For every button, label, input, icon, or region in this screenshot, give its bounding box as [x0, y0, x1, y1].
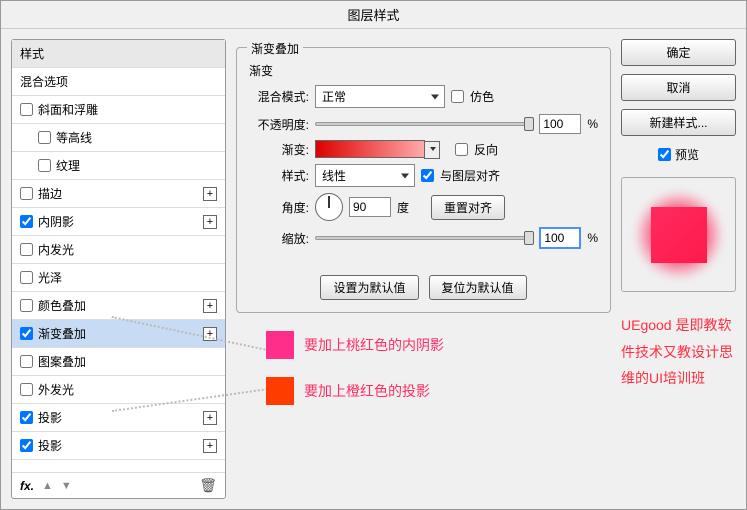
- ok-button[interactable]: 确定: [621, 39, 736, 66]
- orange-swatch: [266, 377, 294, 405]
- color-overlay-checkbox[interactable]: [20, 299, 33, 312]
- up-icon[interactable]: ▲: [42, 480, 53, 492]
- satin-checkbox[interactable]: [20, 271, 33, 284]
- opacity-label: 不透明度:: [249, 116, 309, 133]
- align-checkbox[interactable]: [421, 169, 434, 182]
- drop-shadow-2-checkbox[interactable]: [20, 439, 33, 452]
- texture-checkbox[interactable]: [38, 159, 51, 172]
- opacity-input[interactable]: 100: [539, 114, 581, 134]
- texture[interactable]: 纹理: [12, 152, 225, 180]
- annotation-1: 要加上桃红色的内阴影: [266, 331, 611, 359]
- gradient-overlay-checkbox[interactable]: [20, 327, 33, 340]
- pattern-overlay[interactable]: 图案叠加: [12, 348, 225, 376]
- reset-default-button[interactable]: 复位为默认值: [429, 275, 527, 300]
- list-footer: fx. ▲ ▼ 🗑: [12, 472, 225, 498]
- set-default-button[interactable]: 设置为默认值: [320, 275, 418, 300]
- style-select[interactable]: 线性: [315, 164, 415, 187]
- angle-label: 角度:: [249, 199, 309, 216]
- add-icon[interactable]: +: [203, 299, 217, 313]
- description-text: UEgood 是即教软件技术又教设计思维的UI培训班: [621, 312, 736, 392]
- annotation-text: 要加上橙红色的投影: [304, 381, 430, 401]
- group-title: 渐变叠加: [247, 40, 303, 57]
- add-icon[interactable]: +: [203, 187, 217, 201]
- scale-input[interactable]: 100: [539, 227, 581, 249]
- cancel-button[interactable]: 取消: [621, 74, 736, 101]
- outer-glow-checkbox[interactable]: [20, 383, 33, 396]
- bevel-checkbox[interactable]: [20, 103, 33, 116]
- dialog-title: 图层样式: [1, 1, 746, 29]
- pink-swatch: [266, 331, 294, 359]
- scale-label: 缩放:: [249, 230, 309, 247]
- dither-checkbox[interactable]: [451, 90, 464, 103]
- contour-checkbox[interactable]: [38, 131, 51, 144]
- inner-glow[interactable]: 内发光: [12, 236, 225, 264]
- color-overlay[interactable]: 颜色叠加+: [12, 292, 225, 320]
- blending-options[interactable]: 混合选项: [12, 68, 225, 96]
- gradient-label: 渐变:: [249, 141, 309, 158]
- sub-title: 渐变: [249, 62, 598, 79]
- annotation-2: 要加上橙红色的投影: [266, 377, 611, 405]
- satin[interactable]: 光泽: [12, 264, 225, 292]
- settings-panel: 渐变叠加 渐变 混合模式: 正常 仿色 不透明度: 100 %: [236, 39, 611, 499]
- pattern-overlay-checkbox[interactable]: [20, 355, 33, 368]
- drop-shadow-2[interactable]: 投影+: [12, 432, 225, 460]
- style-label: 样式:: [249, 167, 309, 184]
- inner-shadow-checkbox[interactable]: [20, 215, 33, 228]
- inner-glow-checkbox[interactable]: [20, 243, 33, 256]
- stroke-checkbox[interactable]: [20, 187, 33, 200]
- blend-mode-select[interactable]: 正常: [315, 85, 445, 108]
- inner-shadow[interactable]: 内阴影+: [12, 208, 225, 236]
- preview-box: [621, 177, 736, 292]
- add-icon[interactable]: +: [203, 411, 217, 425]
- drop-shadow-checkbox[interactable]: [20, 411, 33, 424]
- opacity-slider[interactable]: [315, 122, 533, 126]
- dither-label: 仿色: [470, 88, 494, 105]
- angle-dial[interactable]: [315, 193, 343, 221]
- scale-slider[interactable]: [315, 236, 533, 240]
- down-icon[interactable]: ▼: [61, 480, 72, 492]
- bevel-emboss[interactable]: 斜面和浮雕: [12, 96, 225, 124]
- align-label: 与图层对齐: [440, 167, 500, 184]
- preview-checkbox[interactable]: [658, 148, 671, 161]
- gradient-overlay-group: 渐变叠加 渐变 混合模式: 正常 仿色 不透明度: 100 %: [236, 47, 611, 313]
- gradient-picker[interactable]: [315, 140, 425, 158]
- contour[interactable]: 等高线: [12, 124, 225, 152]
- add-icon[interactable]: +: [203, 215, 217, 229]
- styles-header: 样式: [12, 40, 225, 68]
- blend-mode-label: 混合模式:: [249, 88, 309, 105]
- annotation-text: 要加上桃红色的内阴影: [304, 335, 444, 355]
- trash-icon[interactable]: 🗑: [199, 477, 217, 494]
- reset-align-button[interactable]: 重置对齐: [431, 195, 505, 220]
- right-panel: 确定 取消 新建样式... 预览 UEgood 是即教软件技术又教设计思维的UI…: [621, 39, 736, 499]
- styles-list: 样式 混合选项 斜面和浮雕 等高线 纹理 描边+ 内阴影+ 内发光 光泽 颜色叠…: [11, 39, 226, 499]
- new-style-button[interactable]: 新建样式...: [621, 109, 736, 136]
- stroke[interactable]: 描边+: [12, 180, 225, 208]
- fx-icon[interactable]: fx.: [20, 479, 34, 493]
- layer-style-dialog: 图层样式 样式 混合选项 斜面和浮雕 等高线 纹理 描边+ 内阴影+ 内发光 光…: [0, 0, 747, 510]
- reverse-checkbox[interactable]: [455, 143, 468, 156]
- preview-label: 预览: [675, 146, 699, 163]
- reverse-label: 反向: [474, 141, 498, 158]
- add-icon[interactable]: +: [203, 439, 217, 453]
- angle-input[interactable]: 90: [349, 197, 391, 217]
